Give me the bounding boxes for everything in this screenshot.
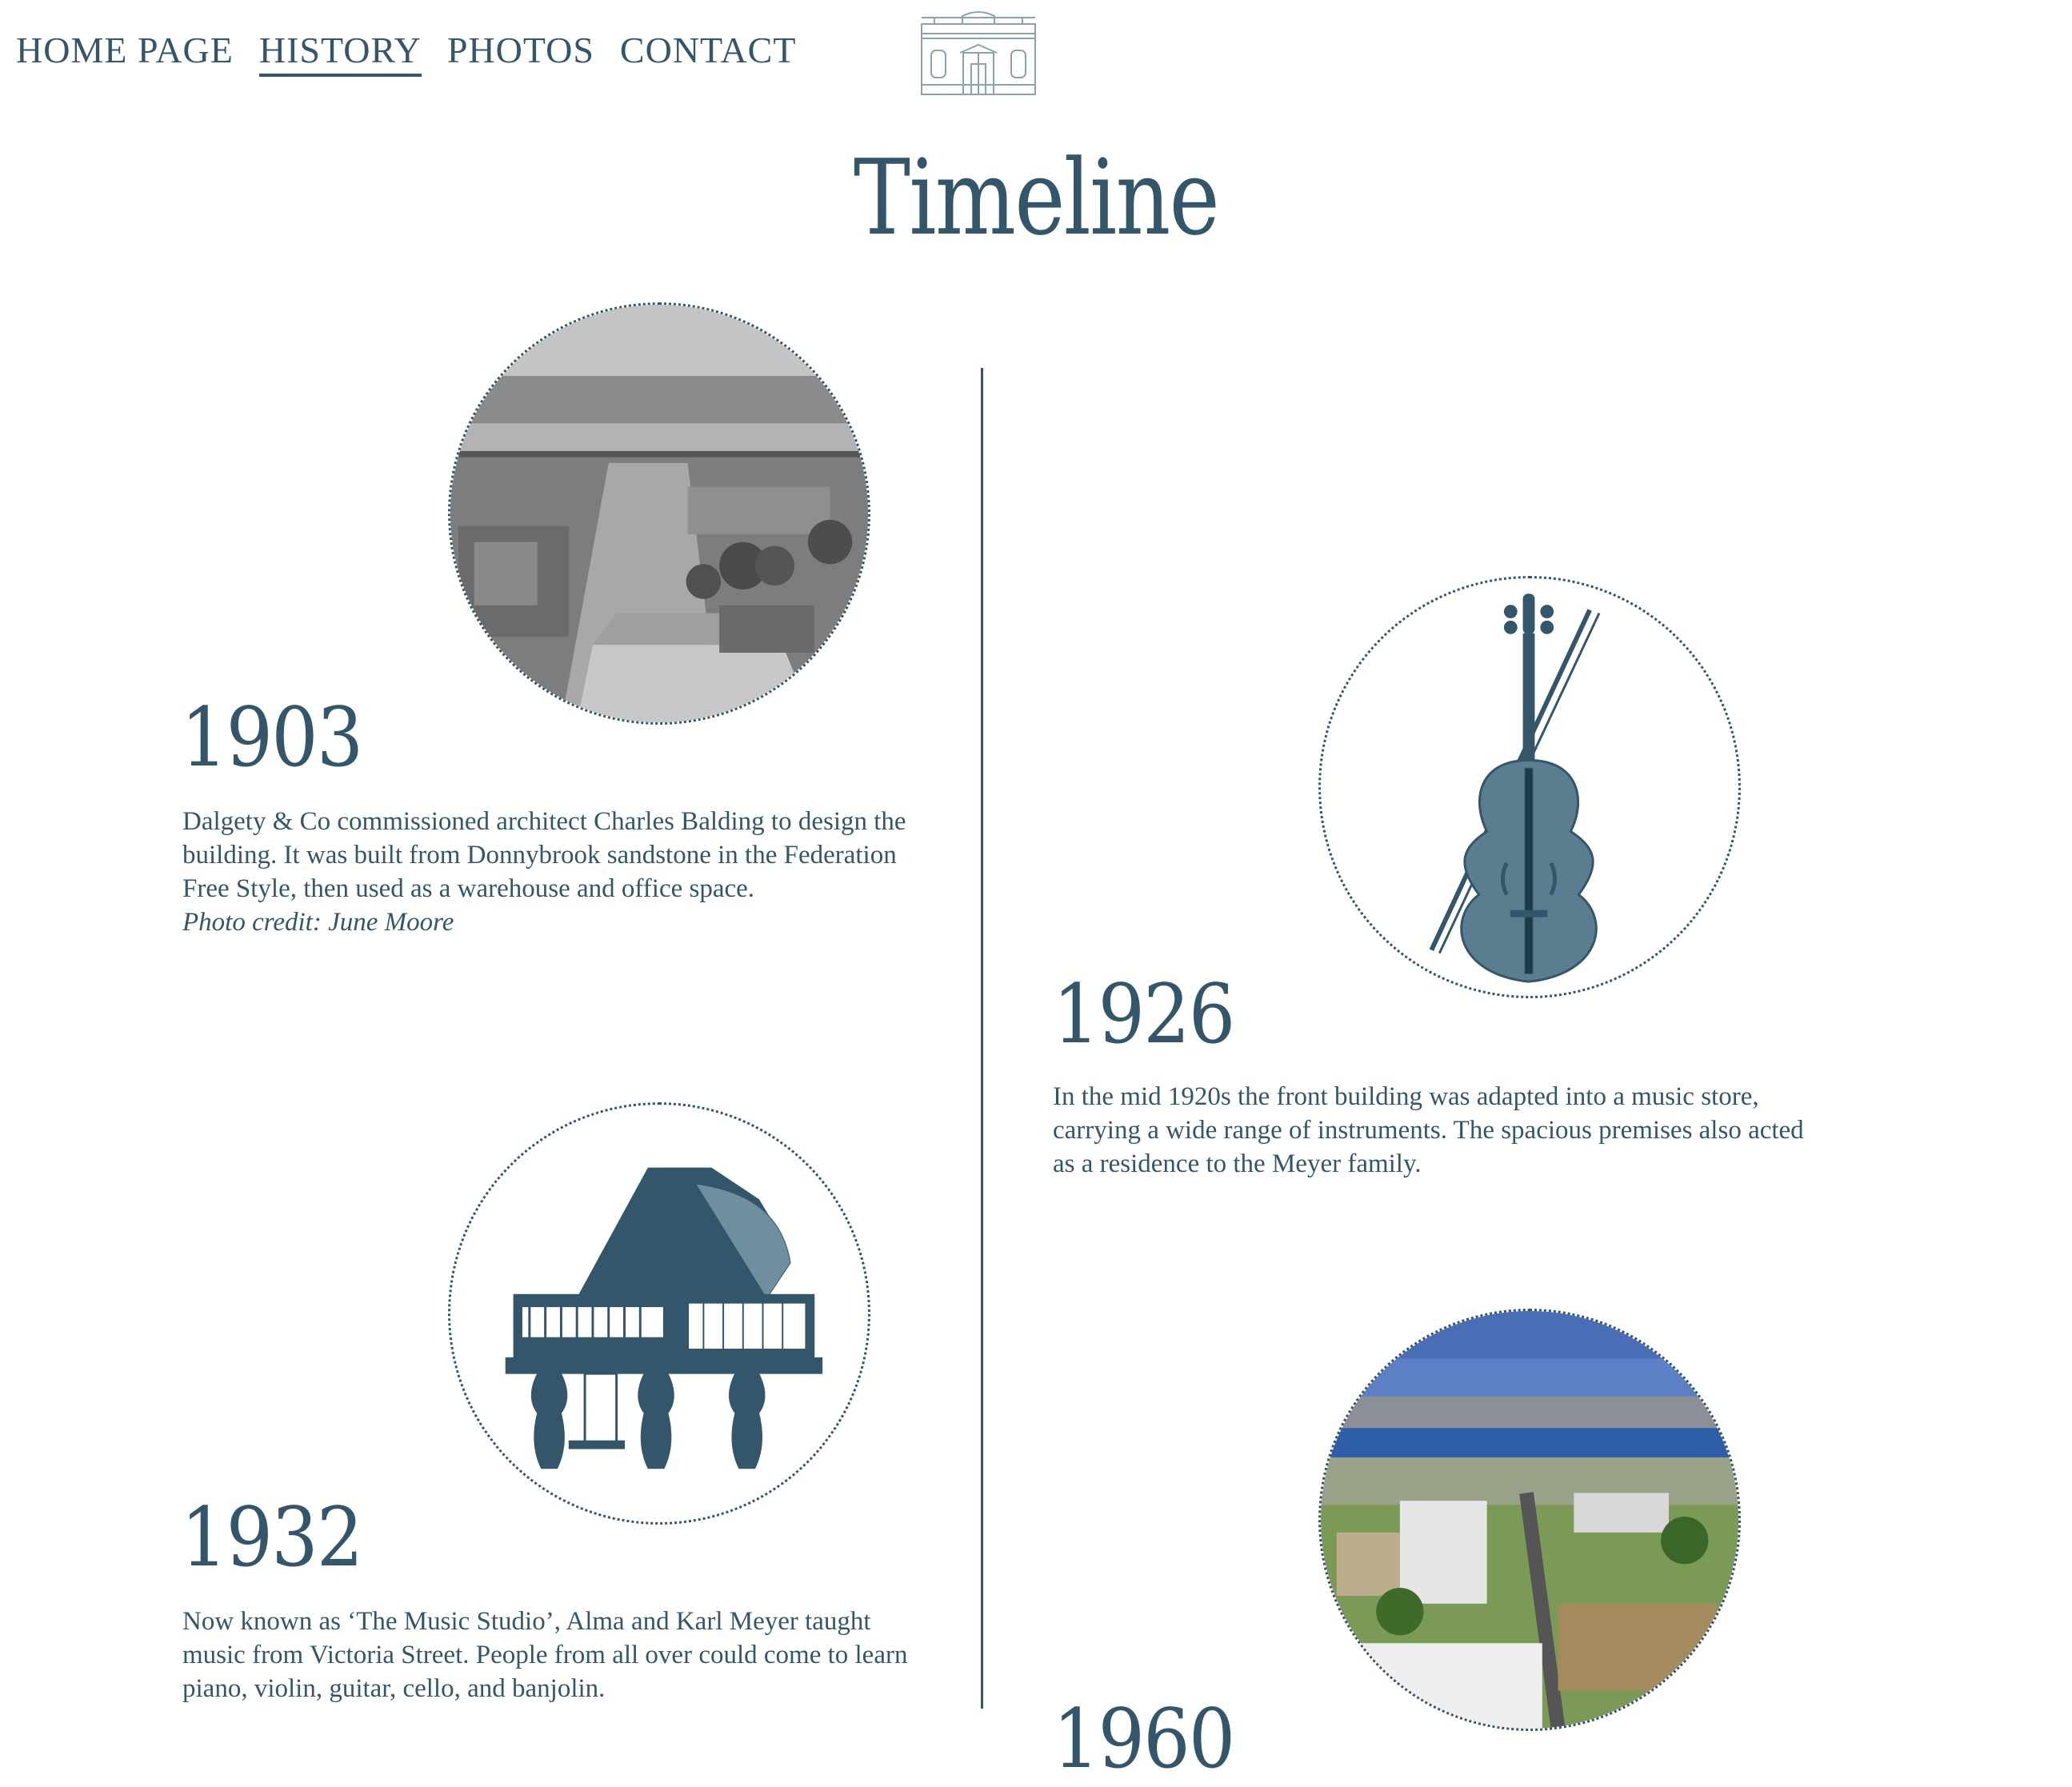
grand-piano-illustration: [448, 1102, 870, 1525]
entry-description-1926: In the mid 1920s the front building was …: [1053, 1082, 1804, 1178]
year-1960: 1960: [1053, 1692, 1235, 1787]
year-1903: 1903: [181, 690, 363, 786]
main-nav: HOME PAGE HISTORY PHOTOS CONTACT: [16, 32, 796, 77]
timeline-divider: [981, 368, 983, 1709]
building-logo-icon[interactable]: [918, 6, 1038, 98]
entry-description-1932: Now known as ‘The Music Studio’, Alma an…: [182, 1607, 908, 1703]
aerial-town-photo: [1318, 1309, 1741, 1731]
nav-photos[interactable]: PHOTOS: [447, 32, 594, 77]
entry-description-1903: Dalgety & Co commissioned architect Char…: [182, 805, 934, 939]
page-title: Timeline: [853, 137, 1220, 258]
violin-illustration: [1318, 576, 1741, 998]
year-1926: 1926: [1053, 967, 1235, 1062]
nav-history[interactable]: HISTORY: [258, 32, 422, 77]
historic-town-photo: [448, 302, 870, 725]
year-1932: 1932: [181, 1490, 363, 1585]
photo-credit: Photo credit: June Moore: [182, 908, 454, 937]
nav-contact[interactable]: CONTACT: [620, 32, 797, 77]
entry-text: Dalgety & Co commissioned architect Char…: [182, 807, 906, 903]
nav-home-page[interactable]: HOME PAGE: [16, 32, 234, 77]
